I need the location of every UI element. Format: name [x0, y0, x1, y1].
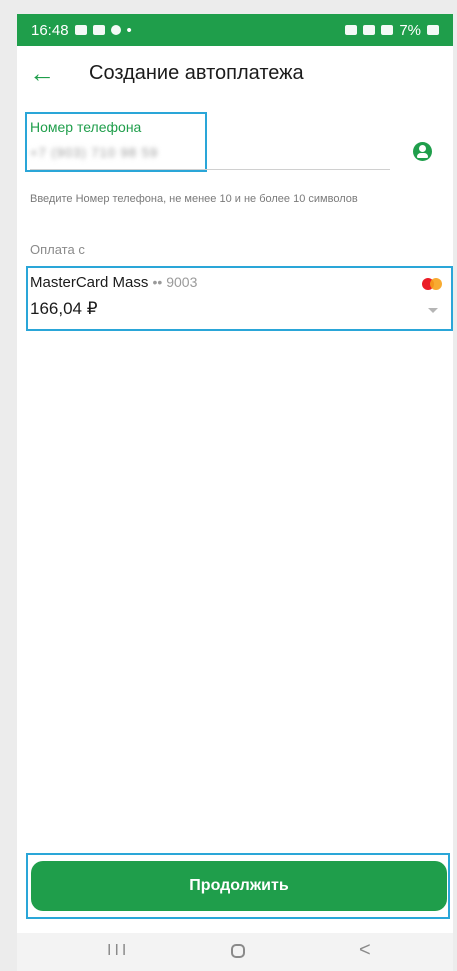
phone-field-hint: Введите Номер телефона, не менее 10 и не… [30, 193, 358, 205]
app-bar: ← Создание автоплатежа [17, 46, 453, 100]
status-bar: 16:48 • 7% [17, 14, 453, 46]
card-name: MasterCard Mass [30, 274, 149, 291]
battery-percent: 7% [399, 21, 421, 39]
cloud-notification-icon [92, 25, 105, 35]
gallery-notification-icon [74, 25, 87, 35]
page-title: Создание автоплатежа [89, 61, 304, 84]
recents-icon[interactable]: III [107, 942, 129, 960]
card-balance: 166,04 ₽ [30, 299, 98, 318]
system-nav-bar: III < [17, 933, 453, 971]
home-icon[interactable] [231, 944, 245, 958]
volte-icon [363, 25, 376, 35]
alarm-icon [345, 25, 358, 35]
phone-field-label: Номер телефона [30, 119, 142, 135]
payment-source-label: Оплата с [30, 242, 85, 257]
card-number: •• 9003 [152, 274, 198, 290]
app-notification-icon [110, 25, 121, 35]
app-screen: 16:48 • 7% ← Создание автоплатежа Номер … [17, 14, 453, 971]
phone-input-underline [30, 169, 390, 170]
continue-button[interactable]: Продолжить [31, 861, 447, 911]
mastercard-icon [422, 278, 442, 290]
more-notifications-dot-icon: • [126, 21, 132, 39]
contact-person-icon[interactable] [413, 142, 432, 161]
back-arrow-icon[interactable]: ← [17, 58, 67, 89]
chevron-down-icon[interactable] [428, 308, 438, 313]
status-time: 16:48 [31, 21, 69, 39]
card-name-line: MasterCard Mass •• 9003 [30, 274, 197, 291]
battery-icon [427, 25, 439, 35]
signal-icon [381, 25, 394, 35]
phone-input[interactable]: +7 (903) 710 98 59 [30, 145, 192, 161]
system-back-icon[interactable]: < [359, 939, 371, 962]
